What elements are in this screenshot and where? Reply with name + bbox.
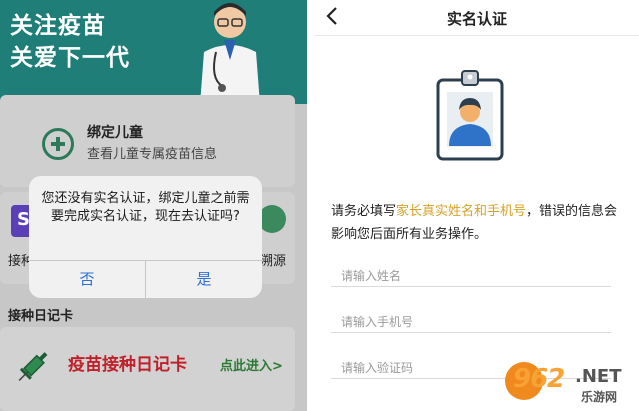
syringe-icon	[18, 352, 48, 381]
diary-enter-link[interactable]: 点此进入>	[220, 355, 283, 374]
dialog-cancel-button[interactable]: 否	[29, 261, 145, 298]
doctor-illustration	[200, 3, 260, 104]
bind-child-subtitle: 查看儿童专属疫苗信息	[87, 147, 218, 162]
notice-text: 请务必填写家长真实姓名和手机号，错误的信息会影响您后面所有业务操作。	[331, 200, 621, 246]
dialog-confirm-button[interactable]: 是	[146, 261, 262, 298]
add-circle-icon	[42, 128, 74, 160]
right-screen: 实名认证 请务必填写家长真实姓名和手机号，错误的信息会影响您后面所有业务操作。	[315, 0, 639, 411]
id-badge-icon	[436, 70, 504, 161]
name-field	[331, 265, 611, 287]
banner-title: 关注疫苗 关爱下一代	[10, 13, 130, 71]
page-title: 实名认证	[446, 10, 507, 28]
diary-card-title: 疫苗接种日记卡	[68, 355, 187, 375]
phone-field	[331, 311, 611, 333]
verify-alert-dialog: 您还没有实名认证，绑定儿童之前需要完成实名认证，现在去认证吗? 否 是	[29, 176, 262, 298]
watermark-cn: 乐游网	[581, 390, 618, 404]
dialog-message: 您还没有实名认证，绑定儿童之前需要完成实名认证，现在去认证吗?	[41, 191, 250, 224]
bind-child-title: 绑定儿童	[87, 125, 143, 141]
nav-bar: 实名认证	[315, 0, 639, 36]
diary-section-heading: 接种日记卡	[8, 309, 74, 324]
vaccine-banner: 关注疫苗 关爱下一代	[0, 0, 307, 104]
site-watermark: 962 .NET 乐游网	[505, 358, 635, 406]
phone-input[interactable]	[331, 312, 611, 332]
notice-prefix: 请务必填写	[331, 204, 397, 219]
traceability-icon[interactable]	[258, 205, 286, 233]
watermark-net: .NET	[575, 366, 622, 387]
watermark-number: 962	[513, 364, 565, 394]
traceability-label: 溯源	[260, 254, 287, 269]
left-screen: 关注疫苗 关爱下一代 绑定儿童 查看儿童专属疫苗信息 接种 溯源 接种日记卡 疫…	[0, 0, 307, 411]
name-input[interactable]	[331, 266, 611, 286]
notice-highlight: 家长真实姓名和手机号	[396, 204, 527, 219]
